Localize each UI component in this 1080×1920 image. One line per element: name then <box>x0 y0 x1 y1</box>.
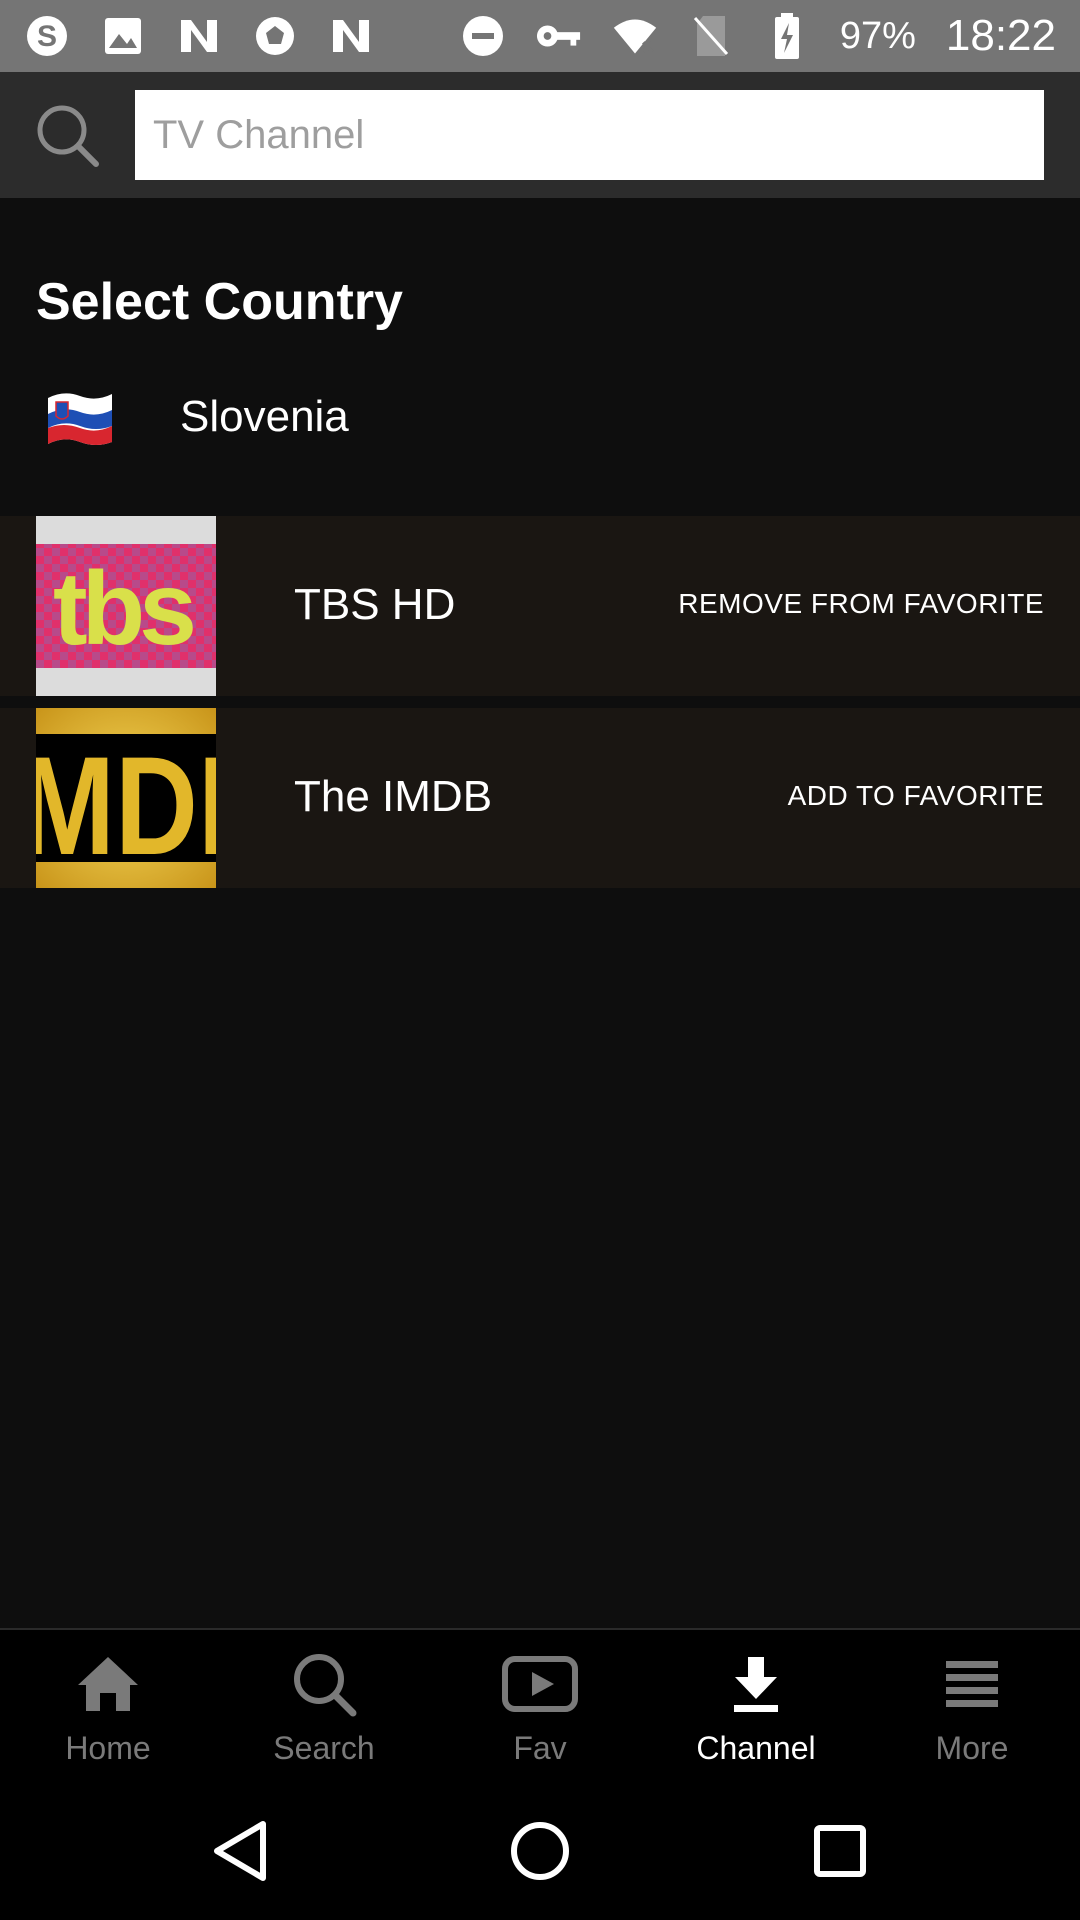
status-bar-left: S <box>24 13 374 59</box>
svg-text:tbs: tbs <box>53 551 193 667</box>
nav-home[interactable]: Home <box>0 1630 216 1780</box>
channel-name: TBS HD <box>294 580 456 629</box>
country-name: Slovenia <box>180 392 349 441</box>
search-icon <box>284 1648 364 1720</box>
slovenia-flag-icon <box>44 388 116 450</box>
search-icon[interactable] <box>34 102 100 168</box>
battery-percent: 97% <box>839 14 916 57</box>
vpn-key-icon <box>536 13 582 59</box>
svg-text:S: S <box>37 20 57 53</box>
battery-charging-icon <box>764 13 810 59</box>
add-to-favorite-button[interactable]: ADD TO FAVORITE <box>788 780 1044 812</box>
no-sim-icon <box>688 13 734 59</box>
remove-from-favorite-button[interactable]: REMOVE FROM FAVORITE <box>678 588 1044 620</box>
imdb-logo-text: MDI <box>36 728 216 884</box>
status-bar: S 97% 18:22 <box>0 0 1080 72</box>
system-navigation-bar <box>0 1780 1080 1920</box>
page-title: Select Country <box>36 273 403 331</box>
nav-label: Search <box>273 1730 375 1766</box>
nav-channel[interactable]: Channel <box>648 1630 864 1780</box>
imdb-logo: MDI <box>36 708 216 888</box>
clock: 18:22 <box>945 11 1056 60</box>
channel-row[interactable]: tbs TBS HD REMOVE FROM FAVORITE <box>0 516 1080 696</box>
n-app-icon <box>328 13 374 59</box>
search-input[interactable] <box>135 90 1044 180</box>
home-icon <box>68 1648 148 1720</box>
channel-row[interactable]: MDI The IMDB ADD TO FAVORITE <box>0 708 1080 888</box>
search-bar <box>0 72 1080 198</box>
n-app-icon <box>176 13 222 59</box>
status-bar-right: 97% 18:22 <box>460 11 1056 61</box>
nav-label: Home <box>65 1730 151 1766</box>
menu-icon <box>932 1648 1012 1720</box>
nav-search[interactable]: Search <box>216 1630 432 1780</box>
download-icon <box>716 1648 796 1720</box>
tbs-logo: tbs <box>36 516 216 696</box>
nav-label: Fav <box>513 1730 567 1766</box>
nav-more[interactable]: More <box>864 1630 1080 1780</box>
play-icon <box>500 1648 580 1720</box>
image-icon <box>100 13 146 59</box>
skype-icon: S <box>24 13 70 59</box>
nav-label: More <box>935 1730 1009 1766</box>
soccer-ball-icon <box>252 13 298 59</box>
wifi-icon <box>612 13 658 59</box>
country-selector[interactable]: Slovenia <box>0 368 1080 468</box>
recents-icon[interactable] <box>805 1816 875 1886</box>
channel-name: The IMDB <box>294 772 493 821</box>
home-button-icon[interactable] <box>505 1816 575 1886</box>
nav-label: Channel <box>696 1730 816 1766</box>
bottom-navigation: Home Search Fav Channel More <box>0 1628 1080 1780</box>
back-icon[interactable] <box>205 1816 275 1886</box>
do-not-disturb-icon <box>460 13 506 59</box>
nav-fav[interactable]: Fav <box>432 1630 648 1780</box>
